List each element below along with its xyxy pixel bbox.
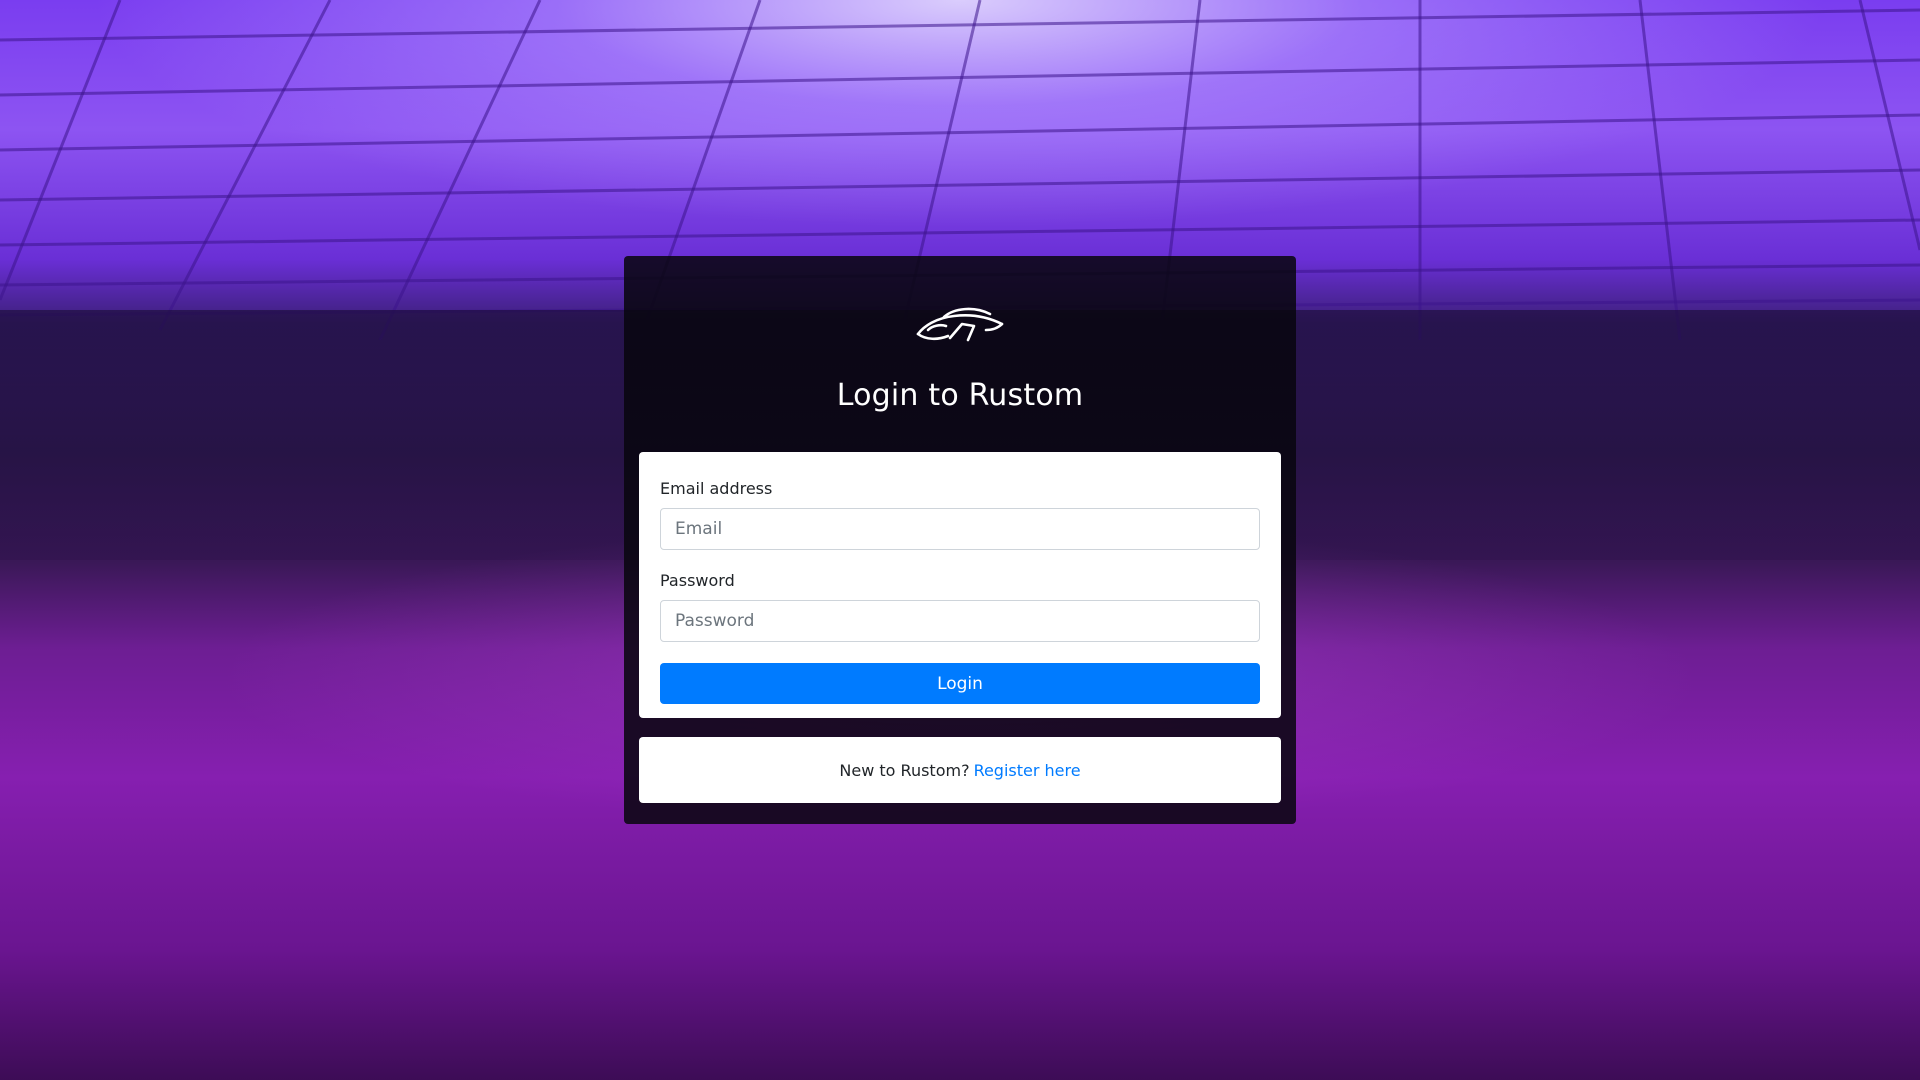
- page-title: Login to Rustom: [836, 378, 1084, 413]
- sports-car-icon: [916, 307, 1004, 342]
- login-card: Login to Rustom Email address Password L…: [624, 256, 1296, 824]
- register-panel: New to Rustom? Register here: [639, 737, 1281, 803]
- password-field[interactable]: [660, 600, 1260, 642]
- password-label: Password: [660, 571, 735, 590]
- email-label: Email address: [660, 479, 773, 498]
- email-field[interactable]: [660, 508, 1260, 550]
- register-prompt: New to Rustom?: [839, 760, 970, 780]
- login-button[interactable]: Login: [660, 663, 1260, 704]
- register-link[interactable]: Register here: [974, 761, 1081, 780]
- login-form: Email address Password Login: [639, 452, 1281, 718]
